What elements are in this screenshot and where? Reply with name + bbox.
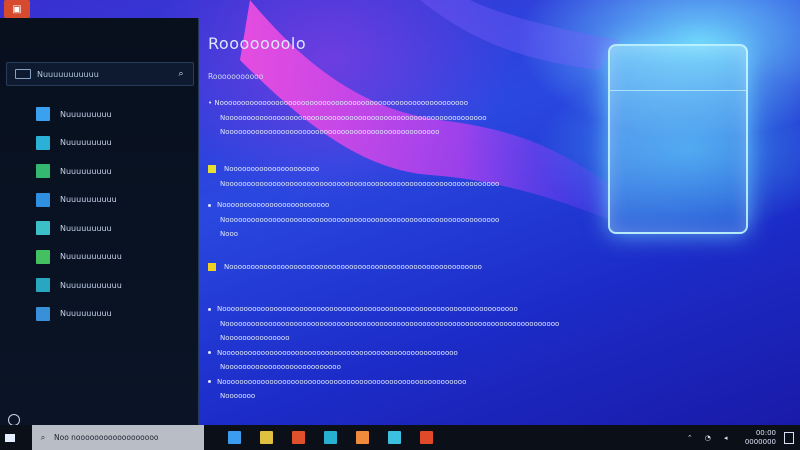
- app-item[interactable]: Nuuuuuuuuu: [36, 300, 122, 329]
- app-item[interactable]: Nuuuuuuuuu: [36, 129, 122, 158]
- bullet-icon: [208, 307, 211, 311]
- text-line: Nooooooooooooooooooooooooooooooooooooooo…: [220, 179, 500, 188]
- app-item-label: Nuuuuuuuuuu: [60, 195, 117, 205]
- app-tile-icon: [36, 192, 50, 207]
- search-icon: ⌕: [40, 432, 46, 442]
- app-icon[interactable]: [419, 431, 433, 444]
- app-item[interactable]: Nuuuuuuuuuuu: [36, 243, 122, 272]
- feature-icon: [208, 263, 216, 272]
- bullet-icon: [208, 351, 211, 355]
- section-heading: Nooooooooooooooooooooo: [224, 165, 320, 173]
- app-item-label: Nuuuuuuuuuuu: [60, 280, 122, 290]
- app-tile-icon: [36, 249, 50, 264]
- app-tile-icon: [36, 221, 50, 236]
- start-search-box[interactable]: Nuuuuuuuuuuu ⌕: [6, 62, 194, 86]
- chevron-up-icon[interactable]: ⌃: [684, 434, 696, 442]
- section-intro: • Nooooooooooooooooooooooooooooooooooooo…: [208, 96, 486, 140]
- app-item-label: Nuuuuuuuuu: [60, 138, 112, 148]
- start-button[interactable]: [0, 425, 20, 450]
- glass-cube-art: [608, 44, 748, 234]
- app-item-label: Nuuuuuuuuu: [60, 223, 112, 233]
- bullet-icon: [208, 380, 211, 384]
- app-item-label: Nuuuuuuuuu: [60, 109, 112, 119]
- app-icon[interactable]: [323, 431, 337, 444]
- app-item[interactable]: Nuuuuuuuuu: [36, 100, 122, 129]
- notification-icon[interactable]: [784, 431, 794, 444]
- app-item[interactable]: Nuuuuuuuuuu: [36, 186, 122, 215]
- keyboard-icon: [15, 69, 31, 79]
- app-icon[interactable]: [387, 431, 401, 444]
- app-item-label: Nuuuuuuuuu: [60, 309, 112, 319]
- taskbar-search-box[interactable]: ⌕ Noo noooooooooooooooooo: [32, 425, 204, 450]
- app-icon[interactable]: [259, 431, 273, 444]
- app-item[interactable]: Nuuuuuuuuu: [36, 157, 122, 186]
- app-icon[interactable]: [227, 431, 241, 444]
- section-heading: Nooooooooooooooooooooooooo: [217, 201, 330, 209]
- app-tile-icon: [36, 135, 50, 150]
- app-item-label: Nuuuuuuuuuuu: [60, 252, 122, 262]
- text-line: Nooooooooooooooooooooooooooooooooooooooo…: [217, 348, 458, 357]
- app-tile-icon: [36, 164, 50, 179]
- taskbar-search-text: Noo noooooooooooooooooo: [54, 433, 159, 442]
- text-line: Nooooooooooooooooooooooooooooooooooooooo…: [220, 215, 500, 224]
- clock[interactable]: 00:00 0000000: [745, 429, 776, 447]
- app-item[interactable]: Nuuuuuuuuu: [36, 214, 122, 243]
- text-line: Nooooooooooooooo: [220, 334, 290, 342]
- text-line: Nooooooo: [220, 392, 256, 400]
- text-line: Nooo: [220, 230, 239, 238]
- section-feature-1: Nooooooooooooooooooooo Noooooooooooooooo…: [208, 162, 499, 191]
- text-line: Nooooooooooooooooooooooooooooooooooooooo…: [220, 128, 440, 136]
- text-line: Nooooooooooooooooooooooooooooooooooooooo…: [220, 113, 487, 122]
- app-tile-icon: [36, 278, 50, 293]
- text-line: Nooooooooooooooooooooooooooooooooooooooo…: [217, 377, 467, 386]
- start-panel: Nuuuuuuuuuuu ⌕ Nuuuuuuuuu Nuuuuuuuuu Nuu…: [0, 18, 199, 426]
- clock-time: 00:00: [755, 428, 776, 437]
- folder-icon[interactable]: [291, 431, 305, 444]
- app-tile-icon: [36, 306, 50, 321]
- text-line: Nooooooooooooooooooooooooooooooooooooooo…: [217, 305, 518, 313]
- section-heading: Nooooooooooooooooooooooooooooooooooooooo…: [224, 263, 482, 271]
- bullet-icon: [208, 203, 211, 207]
- clock-date: 0000000: [744, 437, 776, 446]
- text-line: Nooooooooooooooooooooooooooo: [220, 363, 341, 371]
- app-logo: ▣: [4, 0, 30, 18]
- windows-icon: [5, 433, 15, 442]
- start-search-text: Nuuuuuuuuuuu: [37, 69, 99, 79]
- app-item[interactable]: Nuuuuuuuuuuu: [36, 271, 122, 300]
- text-line: Nooooooooooooooooooooooooooooooooooooooo…: [220, 319, 560, 328]
- app-item-label: Nuuuuuuuuu: [60, 166, 112, 176]
- section-feature-2: Nooooooooooooooooooooooooo Noooooooooooo…: [208, 198, 499, 242]
- pinned-apps: [218, 431, 442, 444]
- app-list: Nuuuuuuuuu Nuuuuuuuuu Nuuuuuuuuu Nuuuuuu…: [36, 100, 122, 328]
- page-title: Rooooooolo: [208, 34, 307, 53]
- text-line: • Nooooooooooooooooooooooooooooooooooooo…: [208, 99, 468, 107]
- volume-icon[interactable]: ◂: [720, 434, 732, 442]
- taskbar: ⌕ Noo noooooooooooooooooo ⌃ ◔ ◂ 00:00 00…: [0, 425, 800, 450]
- app-icon[interactable]: [355, 431, 369, 444]
- system-tray: ⌃ ◔ ◂ 00:00 0000000: [681, 425, 794, 450]
- feature-icon: [208, 165, 216, 174]
- section-feature-3: Nooooooooooooooooooooooooooooooooooooooo…: [208, 260, 482, 275]
- main-content: Rooooooolo Rooooooooooo • Nooooooooooooo…: [208, 34, 588, 400]
- network-icon[interactable]: ◔: [702, 434, 714, 442]
- app-tile-icon: [36, 107, 50, 122]
- section-list: Nooooooooooooooooooooooooooooooooooooooo…: [208, 302, 559, 404]
- search-icon[interactable]: ⌕: [175, 69, 187, 79]
- page-subtitle: Rooooooooooo: [208, 72, 264, 81]
